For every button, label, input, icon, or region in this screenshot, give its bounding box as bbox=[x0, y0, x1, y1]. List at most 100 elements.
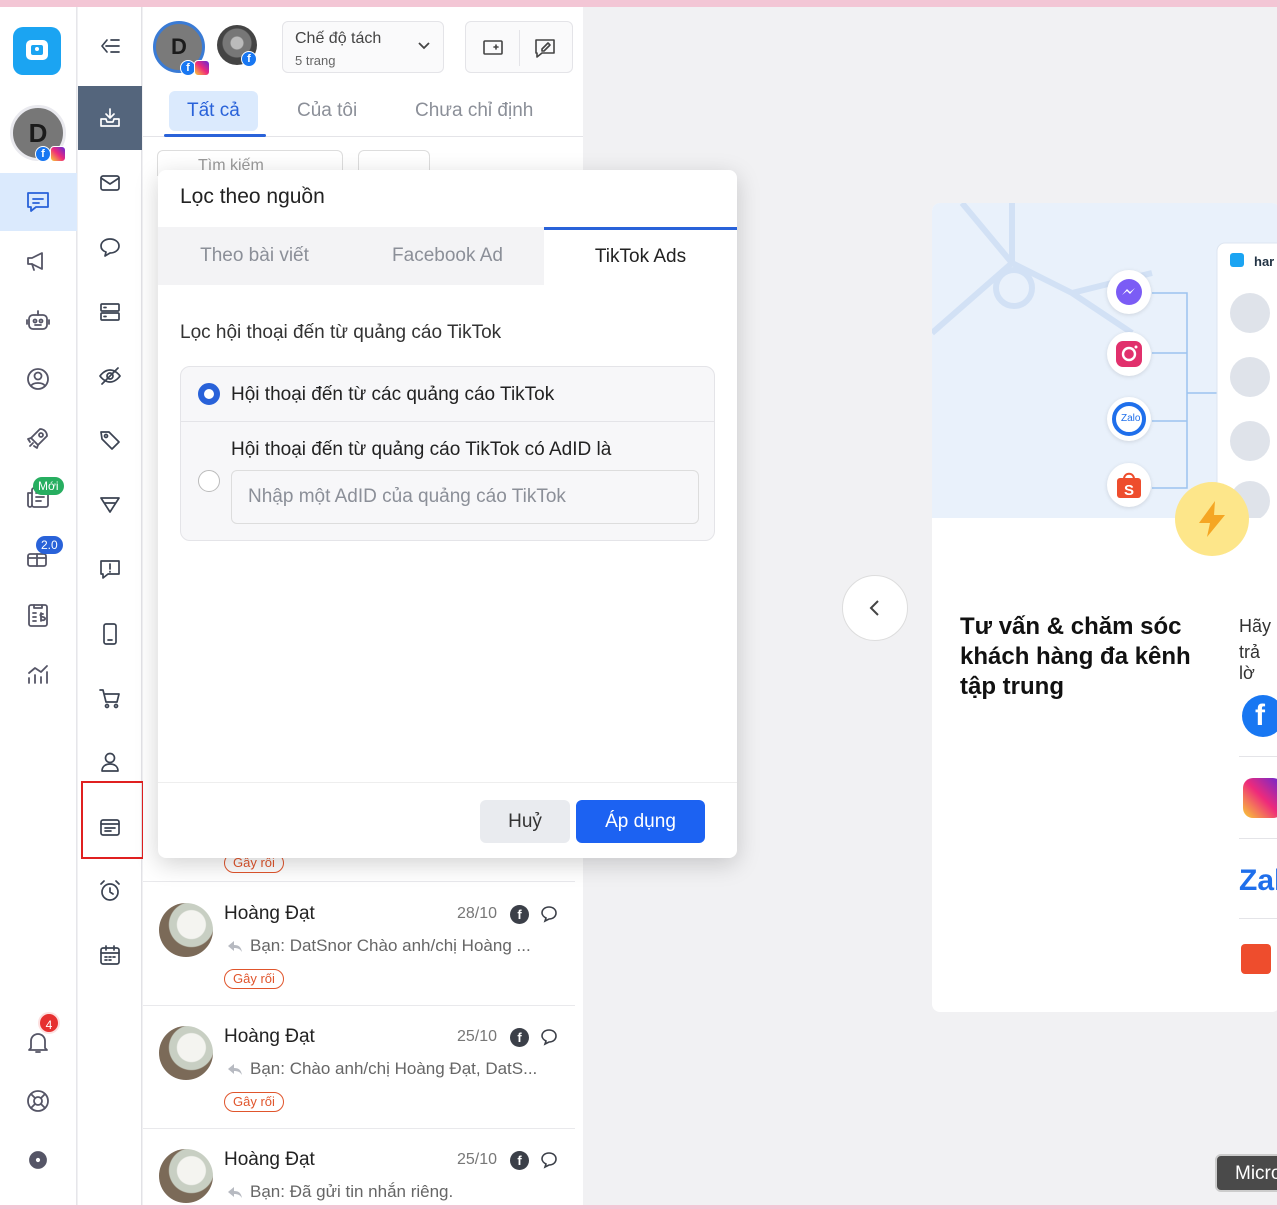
facebook-icon: f bbox=[510, 1028, 529, 1047]
zalo-badge-label: Zalo bbox=[1121, 413, 1141, 424]
status-tag: Gây rối bbox=[224, 969, 284, 989]
shopping-cart-icon[interactable] bbox=[92, 680, 128, 716]
nav-conversations-icon[interactable] bbox=[19, 183, 57, 221]
promo-side-text: Hãy bbox=[1239, 616, 1272, 636]
conversation-tabs: Tất cả Của tôi Chưa chỉ định bbox=[143, 89, 583, 137]
tab-by-post[interactable]: Theo bài viết bbox=[158, 227, 351, 285]
support-lifebuoy-icon[interactable] bbox=[19, 1082, 57, 1120]
contact-name: Hoàng Đạt bbox=[224, 903, 315, 924]
calendar-icon[interactable] bbox=[92, 937, 128, 973]
divider bbox=[1239, 918, 1280, 919]
radio-all-tiktok-ads[interactable] bbox=[198, 383, 220, 405]
compose-message-button[interactable] bbox=[530, 33, 560, 63]
instagram-icon bbox=[1107, 332, 1151, 376]
profile-circle-icon[interactable] bbox=[19, 360, 57, 398]
modal-footer: Huỷ Áp dụng bbox=[158, 782, 737, 858]
mail-icon[interactable] bbox=[92, 165, 128, 201]
facebook-badge-icon: f bbox=[241, 51, 257, 67]
tab-facebook-ad[interactable]: Facebook Ad bbox=[351, 227, 544, 285]
network-illustration bbox=[932, 203, 1280, 518]
main-sidebar: D f Mới 2.0 4 bbox=[0, 7, 77, 1205]
status-tag: Gây rối bbox=[224, 1092, 284, 1112]
divider bbox=[1239, 756, 1280, 757]
facebook-icon: f bbox=[510, 1151, 529, 1170]
radio-specific-adid[interactable] bbox=[198, 470, 220, 492]
tab-tiktok-ads[interactable]: TikTok Ads bbox=[544, 227, 737, 285]
page-avatar[interactable]: D f bbox=[153, 21, 210, 76]
shopee-logo-icon bbox=[1241, 944, 1271, 974]
robot-icon[interactable] bbox=[19, 301, 57, 339]
tag-icon[interactable] bbox=[92, 422, 128, 458]
option-adid-label: Hội thoại đến từ quảng cáo TikTok có AdI… bbox=[231, 439, 612, 460]
lightning-icon bbox=[1175, 482, 1249, 556]
conversation-date: 25/10 bbox=[457, 1028, 498, 1045]
tab-all[interactable]: Tất cả bbox=[169, 91, 258, 131]
app-logo[interactable] bbox=[13, 27, 61, 75]
new-badge: Mới bbox=[33, 477, 64, 495]
window-bottom-border bbox=[0, 1205, 1280, 1209]
source-filter-modal: Lọc theo nguồn Theo bài viết Facebook Ad… bbox=[158, 170, 737, 858]
alarm-clock-icon[interactable] bbox=[92, 873, 128, 909]
contact-name: Hoàng Đạt bbox=[224, 1149, 315, 1170]
microphone-button[interactable]: Micro bbox=[1215, 1154, 1280, 1192]
mobile-phone-icon[interactable] bbox=[92, 616, 128, 652]
tab-unassigned[interactable]: Chưa chỉ định bbox=[415, 91, 533, 131]
conversation-item[interactable]: Hoàng Đạt 25/10 f Bạn: Đã gửi tin nhắn r… bbox=[143, 1129, 575, 1209]
promo-illustration: har bbox=[932, 203, 1280, 518]
zalo-logo-text: Zal bbox=[1239, 864, 1280, 897]
view-mode-dropdown[interactable]: Chế độ tách 5 trang bbox=[282, 21, 444, 73]
user-icon[interactable] bbox=[92, 744, 128, 780]
message-snippet: Bạn: Chào anh/chị Hoàng Đạt, DatS... bbox=[250, 1059, 538, 1078]
settings-gear-icon[interactable] bbox=[19, 1141, 57, 1179]
screen-add-button[interactable] bbox=[478, 33, 508, 63]
instagram-logo-icon bbox=[1243, 778, 1280, 818]
compose-message-icon bbox=[535, 39, 555, 58]
rocket-icon[interactable] bbox=[19, 419, 57, 457]
facebook-badge-icon: f bbox=[35, 146, 51, 162]
collapse-sidebar-icon[interactable] bbox=[92, 28, 128, 64]
facebook-icon: f bbox=[510, 905, 529, 924]
conversation-date: 25/10 bbox=[457, 1151, 498, 1168]
contact-avatar bbox=[159, 1026, 213, 1080]
instagram-badge-icon bbox=[194, 60, 210, 76]
message-snippet: Bạn: DatSnor Chào anh/chị Hoàng ... bbox=[250, 936, 531, 955]
analytics-icon[interactable] bbox=[19, 655, 57, 693]
filter-funnel-icon[interactable] bbox=[92, 487, 128, 523]
carousel-prev-button[interactable] bbox=[842, 575, 908, 641]
filter-options: Hội thoại đến từ các quảng cáo TikTok Hộ… bbox=[180, 366, 715, 541]
comment-bubble-icon bbox=[541, 906, 557, 923]
messenger-icon bbox=[1107, 270, 1151, 314]
promo-brand: har bbox=[1254, 254, 1275, 269]
contact-avatar bbox=[159, 1149, 213, 1203]
facebook-logo-icon: f bbox=[1242, 695, 1280, 737]
divider bbox=[519, 30, 520, 66]
report-alert-icon[interactable] bbox=[92, 551, 128, 587]
conversation-item[interactable]: Hoàng Đạt 28/10 f Bạn: DatSnor Chào anh/… bbox=[143, 883, 575, 1006]
inbox-icon[interactable] bbox=[92, 100, 128, 136]
notification-count-badge: 4 bbox=[38, 1012, 60, 1034]
reply-arrow-icon bbox=[228, 1187, 242, 1198]
contact-name: Hoàng Đạt bbox=[224, 1026, 315, 1047]
page-avatar-secondary[interactable]: f bbox=[217, 25, 257, 67]
comment-bubble-icon[interactable] bbox=[92, 229, 128, 265]
divider bbox=[181, 421, 714, 422]
adid-input[interactable] bbox=[231, 470, 699, 524]
tab-underline bbox=[164, 134, 266, 137]
invoice-icon[interactable] bbox=[19, 596, 57, 634]
chevron-down-icon bbox=[418, 42, 430, 50]
tab-mine[interactable]: Của tôi bbox=[297, 91, 357, 131]
server-list-icon[interactable] bbox=[92, 294, 128, 330]
shopee-icon: S bbox=[1107, 463, 1151, 507]
user-avatar[interactable]: D f bbox=[10, 105, 66, 162]
conversation-item[interactable]: Hoàng Đạt 25/10 f Bạn: Chào anh/chị Hoàn… bbox=[143, 1006, 575, 1129]
cancel-button[interactable]: Huỷ bbox=[480, 800, 570, 843]
megaphone-icon[interactable] bbox=[19, 242, 57, 280]
conversation-date: 28/10 bbox=[457, 905, 498, 922]
window-top-border bbox=[0, 0, 1280, 7]
conversation-header: D f f Chế độ tách 5 trang bbox=[143, 7, 583, 82]
screen-add-icon bbox=[483, 40, 503, 55]
apply-button[interactable]: Áp dụng bbox=[576, 800, 705, 843]
chevron-left-icon bbox=[869, 600, 879, 616]
hidden-eye-icon[interactable] bbox=[92, 358, 128, 394]
section-title: Lọc hội thoại đến từ quảng cáo TikTok bbox=[180, 322, 502, 343]
